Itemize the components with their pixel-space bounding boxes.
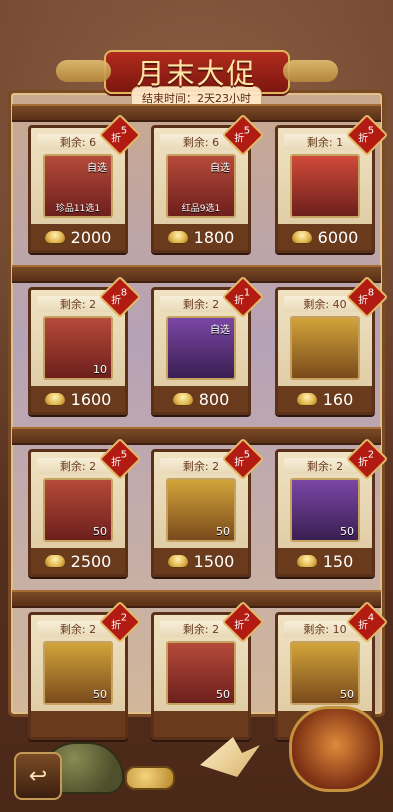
gold-ingot-icon [44,555,65,567]
discount-unit: 折 [111,133,122,145]
shop-item-card[interactable]: 剩余: 6 自选 珍品11选1 2000 5 折 [28,113,142,253]
discount-unit: 折 [111,620,122,632]
price-value: 150 [322,551,354,571]
shelf-1 [12,104,381,122]
price-bar[interactable]: 160 [278,386,372,412]
discount-unit: 折 [358,457,369,469]
price-value: 1500 [193,551,235,571]
item-tag: 自选 [210,325,230,336]
item-image: 自选珍品11选1 [43,154,113,218]
gold-ingot-icon [296,393,317,405]
back-button[interactable]: ↩ [14,752,62,800]
price-value: 800 [198,389,230,409]
price-bar[interactable]: 6000 [278,224,372,250]
discount-unit: 折 [358,620,369,632]
price-bar[interactable]: 150 [278,548,372,574]
item-tag: 自选 [87,163,107,174]
price-bar[interactable]: 2500 [31,548,125,574]
discount-unit: 折 [111,457,122,469]
shop-item-card[interactable]: 剩余: 2 10 1600 8 折 [28,275,142,415]
paper-crane-icon [200,737,260,777]
item-quantity: 50 [216,688,230,701]
item-image: 50 [166,641,236,705]
coins-icon [125,766,175,790]
shop-item-card[interactable]: 剩余: 6 自选 红品9选1 1800 5 折 [151,113,265,253]
shelf-3 [12,427,381,445]
price-bar[interactable]: 2000 [31,224,125,250]
shelf-4 [12,590,381,608]
item-image: 10 [43,316,113,380]
price-value: 6000 [317,227,359,247]
item-image [290,316,360,380]
shop-item-card[interactable]: 剩余: 2 自选 800 1 折 [151,275,265,415]
price-bar[interactable]: 800 [154,386,248,412]
item-image [290,154,360,218]
item-quantity: 50 [216,525,230,538]
shop-item-card[interactable]: 剩余: 2 50 1500 5 折 [151,437,265,577]
price-bar[interactable]: 1600 [31,386,125,412]
shelf-2 [12,265,381,283]
item-image: 50 [166,478,236,542]
price-value: 2000 [70,227,112,247]
price-value: 1800 [193,227,235,247]
price-value: 2500 [70,551,112,571]
discount-unit: 折 [358,295,369,307]
price-value: 160 [322,389,354,409]
shop-item-card[interactable]: 剩余: 1 6000 5 折 [275,113,389,253]
gold-ingot-icon [167,555,188,567]
discount-unit: 折 [234,457,245,469]
discount-unit: 折 [234,620,245,632]
gold-ingot-icon [44,393,65,405]
item-image: 50 [290,641,360,705]
item-caption: 珍品11选1 [55,204,101,214]
price-bar[interactable]: 1800 [154,224,248,250]
item-image: 50 [43,478,113,542]
discount-unit: 折 [234,295,245,307]
item-quantity: 50 [340,525,354,538]
pouch-icon [289,706,383,792]
discount-unit: 折 [234,133,245,145]
item-quantity: 10 [93,363,107,376]
item-image: 自选 [166,316,236,380]
price-bar[interactable]: 1500 [154,548,248,574]
gold-ingot-icon [167,231,188,243]
gold-ingot-icon [172,393,193,405]
item-quantity: 50 [93,525,107,538]
gold-ingot-icon [296,555,317,567]
item-image: 自选红品9选1 [166,154,236,218]
item-image: 50 [43,641,113,705]
item-quantity: 50 [340,688,354,701]
shop-item-card[interactable]: 剩余: 40 160 8 折 [275,275,389,415]
price-value: 1600 [70,389,112,409]
page-title: 月末大促 [136,57,257,90]
gold-ingot-icon [291,231,312,243]
shop-item-card[interactable]: 剩余: 2 50 150 2 折 [275,437,389,577]
discount-unit: 折 [111,295,122,307]
discount-unit: 折 [358,133,369,145]
item-caption: 红品9选1 [181,204,221,214]
back-arrow-icon: ↩ [28,763,48,789]
shop-item-card[interactable]: 剩余: 2 50 2500 5 折 [28,437,142,577]
item-image: 50 [290,478,360,542]
gold-ingot-icon [44,231,65,243]
item-tag: 自选 [210,163,230,174]
item-quantity: 50 [93,688,107,701]
